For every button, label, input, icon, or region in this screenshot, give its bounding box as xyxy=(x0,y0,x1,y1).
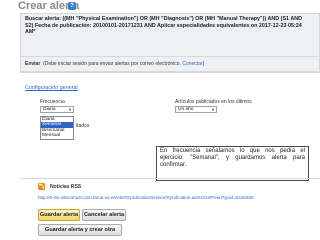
email-row: Enviar (Debe iniciar sesión para enviar … xyxy=(25,61,204,67)
results-label-partial: ltados xyxy=(76,123,90,129)
rss-feed-link[interactable]: http://0-rss.ebscohost.com.fama.us.es/Al… xyxy=(38,195,288,201)
save-and-create-another-button[interactable]: Guardar alerta y crear otra xyxy=(38,224,122,236)
config-heading[interactable]: Configuración general xyxy=(25,85,78,91)
email-note: (Debe iniciar sesión para enviar alertas… xyxy=(43,61,181,67)
rss-label: Noticias RSS xyxy=(50,184,82,190)
rss-icon xyxy=(38,183,45,190)
divider xyxy=(20,178,320,179)
published-range-value: Un año xyxy=(178,107,194,112)
help-icon[interactable]: ? xyxy=(68,2,76,10)
cancel-alert-button[interactable]: Cancelar alerta xyxy=(82,209,126,221)
frequency-select[interactable]: Diaria ▼ xyxy=(40,106,74,113)
email-note-end: ) xyxy=(202,61,205,67)
chevron-down-icon: ▼ xyxy=(68,107,72,112)
divider xyxy=(20,56,320,57)
frequency-dropdown[interactable]: Diaria Semanal Bisemanal Mensual xyxy=(40,116,74,140)
search-label: Buscar alerta: xyxy=(25,16,61,22)
frequency-label: Frecuencia xyxy=(40,99,65,105)
frequency-value: Diaria xyxy=(43,107,56,112)
connect-link[interactable]: Conectar xyxy=(182,61,202,67)
search-query: ((MH "Physical Examination") OR (MH "Dia… xyxy=(25,16,303,36)
search-summary: Buscar alerta: ((MH "Physical Examinatio… xyxy=(25,16,310,36)
save-alert-button[interactable]: Guardar alerta xyxy=(38,209,80,221)
frequency-option[interactable]: Mensual xyxy=(41,133,73,138)
send-label: Enviar xyxy=(25,61,41,67)
divider xyxy=(20,71,320,72)
instruction-callout: En frecuencia señalamos lo que nos pedía… xyxy=(156,146,309,181)
articles-published-label: Artículos publicados en los últimos xyxy=(175,99,252,105)
published-range-select[interactable]: Un año ▼ xyxy=(175,106,217,113)
chevron-down-icon: ▼ xyxy=(211,107,215,112)
